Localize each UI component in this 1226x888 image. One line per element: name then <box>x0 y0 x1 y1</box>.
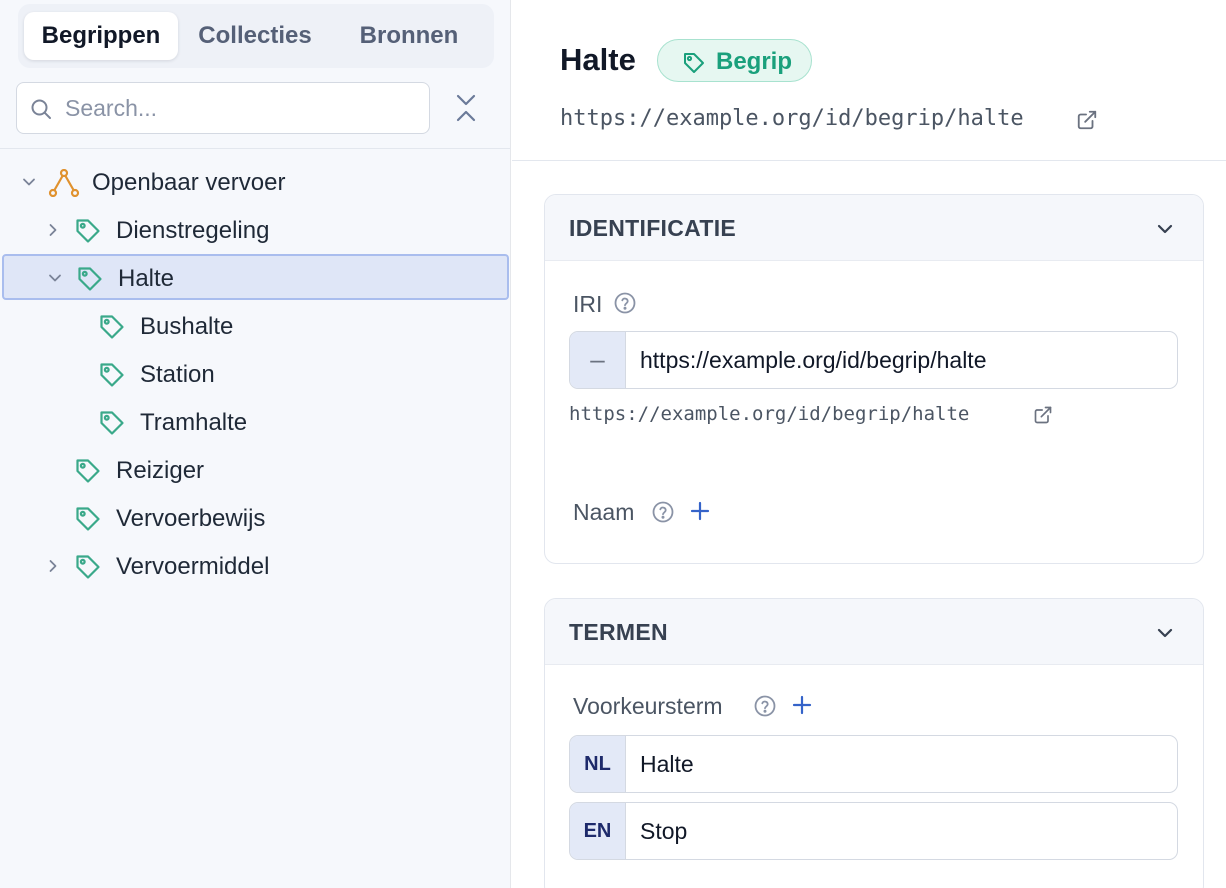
iri-input[interactable] <box>640 340 1160 380</box>
tag-icon <box>100 315 124 339</box>
iri-label: IRI <box>573 291 603 317</box>
sidebar-tabs: Begrippen Collecties Bronnen <box>18 4 494 68</box>
chevron-down-icon[interactable] <box>1155 219 1175 239</box>
tab-collecties[interactable]: Collecties <box>184 12 326 60</box>
chevron-down-icon[interactable] <box>46 269 64 287</box>
tag-icon <box>76 459 100 483</box>
type-badge-label: Begrip <box>716 48 793 75</box>
tab-bronnen[interactable]: Bronnen <box>336 12 482 60</box>
external-link-icon[interactable] <box>1033 405 1053 425</box>
scheme-icon <box>48 169 80 197</box>
sidebar: Begrippen Collecties Bronnen Openbaar ve… <box>0 0 511 888</box>
tree-item-halte[interactable]: Halte <box>2 254 509 300</box>
tree-item-label: Vervoerbewijs <box>116 505 266 532</box>
termen-card: TERMEN Voorkeursterm NL EN <box>544 598 1204 888</box>
tree-item-vervoermiddel[interactable]: Vervoermiddel <box>0 542 511 588</box>
iri-field: – <box>569 331 1178 389</box>
tree-item-label: Dienstregeling <box>116 217 270 244</box>
add-naam-button[interactable] <box>689 500 711 522</box>
sidebar-divider <box>0 148 511 149</box>
tree-item-tramhalte[interactable]: Tramhalte <box>0 398 511 444</box>
card-title: IDENTIFICATIE <box>569 215 737 241</box>
search-box <box>16 82 430 134</box>
term-input[interactable] <box>640 811 1160 851</box>
tag-icon <box>684 53 704 73</box>
collapse-all-icon <box>456 94 476 122</box>
tree-item-label: Reiziger <box>116 457 205 484</box>
language-tag[interactable]: NL <box>570 736 626 792</box>
tree-item-label: Station <box>140 361 215 388</box>
termen-header[interactable]: TERMEN <box>545 599 1203 665</box>
help-icon[interactable] <box>613 291 637 315</box>
tree-item-label: Tramhalte <box>140 409 248 436</box>
chevron-down-icon[interactable] <box>1155 623 1175 643</box>
identificatie-card: IDENTIFICATIE IRI – https://example.org/… <box>544 194 1204 564</box>
chevron-down-icon[interactable] <box>20 173 38 191</box>
concept-detail: Halte Begrip https://example.org/id/begr… <box>512 0 1226 888</box>
header-divider <box>512 160 1226 161</box>
tree-item-label: Halte <box>118 265 175 292</box>
naam-label: Naam <box>573 499 635 525</box>
tag-icon <box>76 219 100 243</box>
tag-icon <box>76 507 100 531</box>
tree-item-reiziger[interactable]: Reiziger <box>0 446 511 492</box>
chevron-right-icon[interactable] <box>44 221 62 239</box>
tag-icon <box>78 267 102 291</box>
tab-begrippen[interactable]: Begrippen <box>24 12 178 60</box>
voorkeursterm-label: Voorkeursterm <box>573 693 723 719</box>
iri-preview[interactable]: https://example.org/id/begrip/halte <box>569 403 969 425</box>
tree-item-bushalte[interactable]: Bushalte <box>0 302 511 348</box>
search-input[interactable] <box>65 91 415 125</box>
card-title: TERMEN <box>569 619 668 645</box>
tree-item-vervoerbewijs[interactable]: Vervoerbewijs <box>0 494 511 540</box>
page-title: Halte <box>560 42 636 77</box>
tree-item-label: Bushalte <box>140 313 234 340</box>
tree-item-dienstregeling[interactable]: Dienstregeling <box>0 206 511 252</box>
iri-prefix-toggle[interactable]: – <box>570 332 626 388</box>
collapse-all-button[interactable] <box>450 90 482 126</box>
help-icon[interactable] <box>651 500 675 524</box>
search-icon <box>31 99 51 119</box>
header-iri[interactable]: https://example.org/id/begrip/halte <box>560 106 1024 131</box>
tag-icon <box>100 411 124 435</box>
tree-item-label: Vervoermiddel <box>116 553 270 580</box>
tree-item-label: Openbaar vervoer <box>92 169 286 196</box>
term-input[interactable] <box>640 744 1160 784</box>
term-row-nl: NL <box>569 735 1178 793</box>
term-row-en: EN <box>569 802 1178 860</box>
language-tag[interactable]: EN <box>570 803 626 859</box>
chevron-right-icon[interactable] <box>44 557 62 575</box>
tag-icon <box>100 363 124 387</box>
tag-icon <box>76 555 100 579</box>
help-icon[interactable] <box>753 694 777 718</box>
external-link-icon[interactable] <box>1076 109 1098 131</box>
tree-item-openbaar-vervoer[interactable]: Openbaar vervoer <box>0 158 511 204</box>
tree-item-station[interactable]: Station <box>0 350 511 396</box>
add-voorkeursterm-button[interactable] <box>791 694 813 716</box>
identificatie-header[interactable]: IDENTIFICATIE <box>545 195 1203 261</box>
type-badge: Begrip <box>657 39 812 82</box>
